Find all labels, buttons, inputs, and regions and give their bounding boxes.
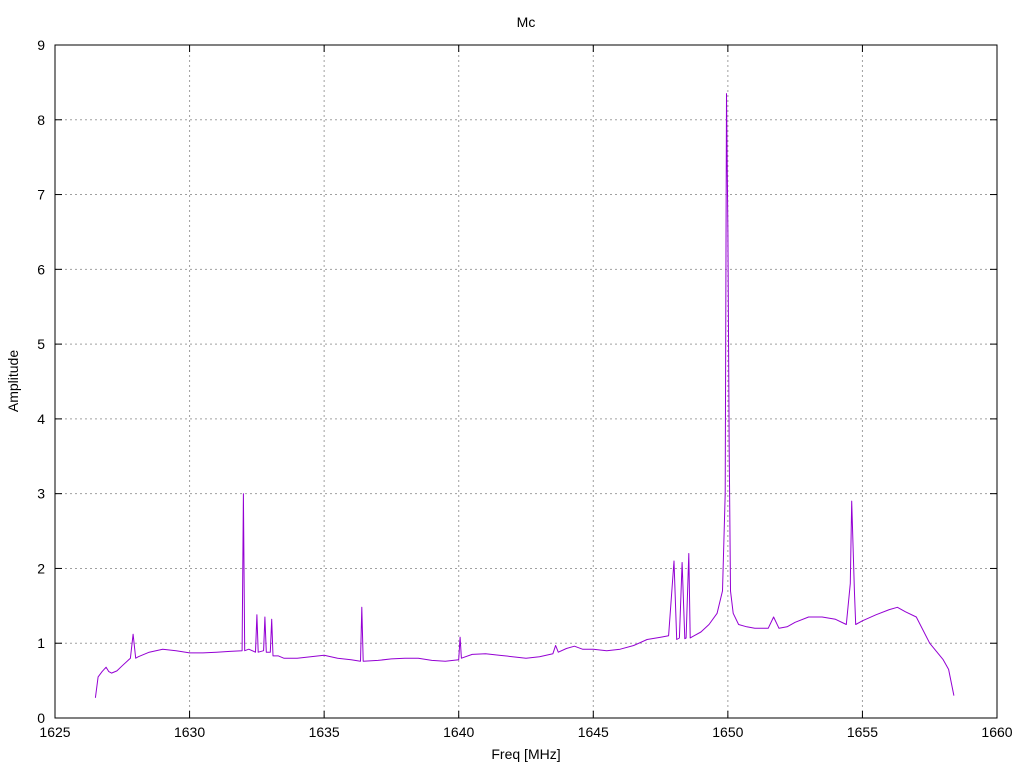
y-tick-label: 3 [37, 486, 45, 502]
y-tick-label: 4 [37, 411, 45, 427]
chart-title: Mc [517, 14, 536, 30]
y-tick-label: 7 [37, 187, 45, 203]
y-tick-label: 8 [37, 112, 45, 128]
x-tick-label: 1645 [578, 724, 609, 740]
x-tick-label: 1635 [309, 724, 340, 740]
y-tick-label: 2 [37, 560, 45, 576]
x-axis-label: Freq [MHz] [491, 746, 560, 762]
y-tick-label: 5 [37, 336, 45, 352]
x-tick-label: 1655 [847, 724, 878, 740]
y-tick-label: 0 [37, 710, 45, 726]
x-tick-label: 1625 [39, 724, 70, 740]
chart: 1625 1630 1635 1640 1645 1650 1655 1660 0 1 2 3 4 5 6 7… [0, 0, 1024, 768]
x-tick-label: 1660 [981, 724, 1012, 740]
y-tick-label: 1 [37, 635, 45, 651]
y-tick-label: 9 [37, 37, 45, 53]
x-tick-label: 1640 [443, 724, 474, 740]
y-axis-label: Amplitude [5, 350, 21, 412]
y-tick-label: 6 [37, 261, 45, 277]
x-tick-label: 1650 [712, 724, 743, 740]
chart-background [0, 0, 1024, 768]
x-tick-label: 1630 [174, 724, 205, 740]
